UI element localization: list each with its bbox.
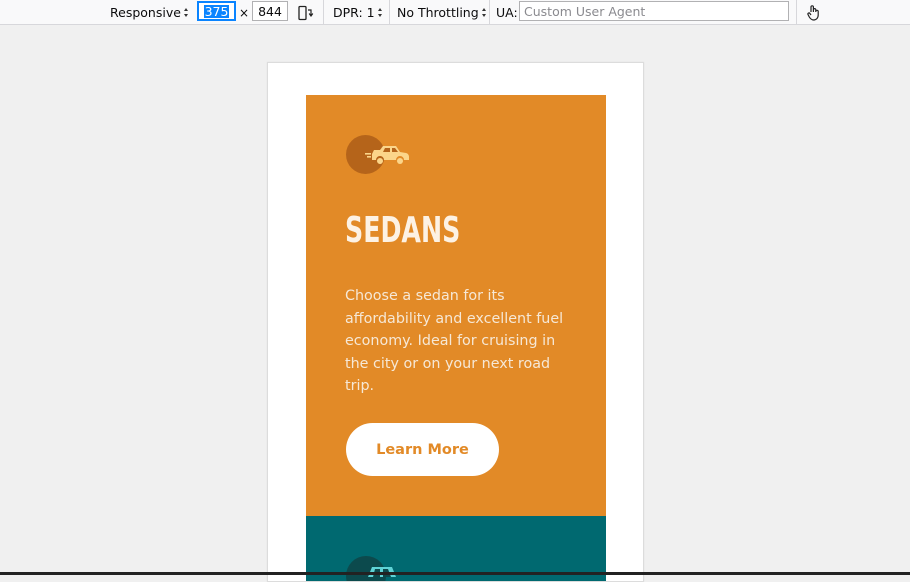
viewport-width-input[interactable]: 375 [197, 1, 236, 21]
sedans-card: SEDANS Choose a sedan for its affordabil… [306, 95, 606, 516]
viewport-width-value: 375 [203, 3, 230, 19]
touch-hand-icon [807, 4, 819, 21]
sedan-car-icon [365, 146, 409, 164]
toolbar-separator [389, 0, 390, 25]
device-viewport: SEDANS Choose a sedan for its affordabil… [267, 62, 644, 582]
responsive-design-toolbar: Responsive 375 × 844 DPR: 1 No Throttlin… [0, 0, 910, 25]
learn-more-button[interactable]: Learn More [346, 423, 499, 476]
ua-label: UA: [496, 5, 518, 20]
user-agent-input[interactable] [522, 2, 788, 20]
device-selector[interactable]: Responsive [110, 0, 189, 25]
card-title: SEDANS [345, 210, 461, 251]
dimension-separator: × [239, 5, 250, 20]
toolbar-separator [796, 0, 797, 25]
card-description: Choose a sedan for its affordability and… [345, 288, 564, 395]
throttling-selector[interactable]: No Throttling [397, 0, 487, 25]
dpr-selector-label: DPR: 1 [333, 5, 375, 20]
user-agent-field[interactable] [519, 1, 789, 21]
device-selector-label: Responsive [110, 5, 181, 20]
viewport-height-value: 844 [258, 3, 282, 19]
toolbar-separator [323, 0, 324, 25]
sedan-icon-badge [346, 135, 416, 175]
toolbar-separator [489, 0, 490, 25]
updown-arrows-icon [377, 8, 383, 17]
updown-arrows-icon [481, 8, 487, 17]
rotate-device-icon [298, 5, 314, 20]
updown-arrows-icon [183, 8, 189, 17]
touch-simulation-button[interactable] [806, 0, 822, 25]
viewport-height-input[interactable]: 844 [252, 1, 288, 21]
rotate-viewport-button[interactable] [297, 0, 315, 25]
throttling-selector-label: No Throttling [397, 5, 479, 20]
dpr-selector[interactable]: DPR: 1 [333, 0, 383, 25]
